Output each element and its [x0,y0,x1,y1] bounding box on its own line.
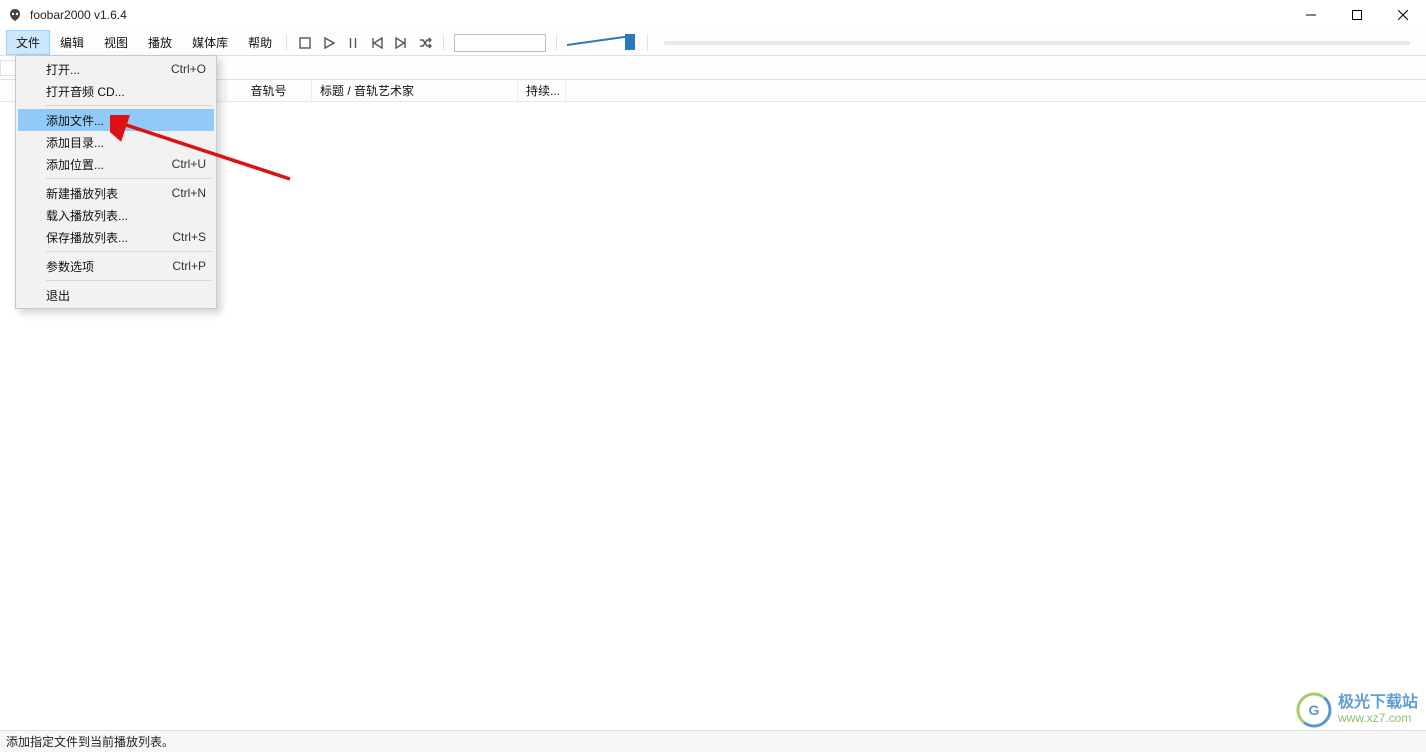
window-controls [1288,0,1426,29]
menubar: 文件 编辑 视图 播放 媒体库 帮助 [0,30,1426,56]
col-track[interactable]: 音轨号 [226,80,312,101]
menu-separator [46,178,212,179]
menu-item-shortcut: Ctrl+P [172,259,206,273]
statusbar: 添加指定文件到当前播放列表。 [0,730,1426,752]
menu-item-label: 添加目录... [46,134,104,151]
menu-view[interactable]: 视图 [94,30,138,55]
menu-item-label: 新建播放列表 [46,185,118,202]
titlebar: foobar2000 v1.6.4 [0,0,1426,30]
menu-file[interactable]: 文件 [6,30,50,55]
menu-item-label: 打开... [46,61,80,78]
playback-toolbar [291,30,439,55]
file-menu-open-cd[interactable]: 打开音频 CD... [18,80,214,102]
menu-item-shortcut: Ctrl+U [172,157,206,171]
window-title: foobar2000 v1.6.4 [30,8,127,22]
menu-item-label: 保存播放列表... [46,229,128,246]
menu-help[interactable]: 帮助 [238,30,282,55]
volume-fill [567,35,625,45]
maximize-button[interactable] [1334,0,1380,29]
menu-item-shortcut: Ctrl+O [171,62,206,76]
play-icon[interactable] [321,35,337,51]
toolbar-separator [286,34,287,51]
pause-icon[interactable] [345,35,361,51]
toolbar-separator [647,34,648,51]
menu-separator [46,251,212,252]
file-menu-new-playlist[interactable]: 新建播放列表 Ctrl+N [18,182,214,204]
file-menu-add-folder[interactable]: 添加目录... [18,131,214,153]
status-text: 添加指定文件到当前播放列表。 [6,733,174,750]
col-duration[interactable]: 持续... [518,80,566,101]
file-menu-add-files[interactable]: 添加文件... [18,109,214,131]
tab-sliver [0,60,16,76]
toolbar-separator [443,34,444,51]
menu-item-label: 添加文件... [46,112,104,129]
next-icon[interactable] [393,35,409,51]
menu-item-label: 载入播放列表... [46,207,128,224]
volume-control[interactable] [561,30,643,55]
menu-item-label: 添加位置... [46,156,104,173]
menu-item-shortcut: Ctrl+S [172,230,206,244]
volume-thumb[interactable] [625,34,635,50]
col-title[interactable]: 标题 / 音轨艺术家 [312,80,518,101]
seek-bar[interactable] [658,30,1416,55]
menu-separator [46,280,212,281]
random-icon[interactable] [417,35,433,51]
prev-icon[interactable] [369,35,385,51]
menu-item-label: 打开音频 CD... [46,83,125,100]
file-menu-dropdown: 打开... Ctrl+O 打开音频 CD... 添加文件... 添加目录... … [15,55,217,309]
menu-item-label: 退出 [46,287,70,304]
menu-edit[interactable]: 编辑 [50,30,94,55]
menu-playback[interactable]: 播放 [138,30,182,55]
seek-track [664,41,1410,45]
file-menu-open[interactable]: 打开... Ctrl+O [18,58,214,80]
menu-item-label: 参数选项 [46,258,94,275]
stop-icon[interactable] [297,35,313,51]
search-input[interactable] [454,34,546,52]
file-menu-save-playlist[interactable]: 保存播放列表... Ctrl+S [18,226,214,248]
toolbar-separator [556,34,557,51]
file-menu-exit[interactable]: 退出 [18,284,214,306]
close-button[interactable] [1380,0,1426,29]
file-menu-add-location[interactable]: 添加位置... Ctrl+U [18,153,214,175]
menu-separator [46,105,212,106]
menu-item-shortcut: Ctrl+N [172,186,206,200]
col-rest [566,80,1426,101]
search-toolbar [448,30,552,55]
file-menu-preferences[interactable]: 参数选项 Ctrl+P [18,255,214,277]
menu-library[interactable]: 媒体库 [182,30,238,55]
file-menu-load-playlist[interactable]: 载入播放列表... [18,204,214,226]
minimize-button[interactable] [1288,0,1334,29]
app-icon [6,6,24,24]
